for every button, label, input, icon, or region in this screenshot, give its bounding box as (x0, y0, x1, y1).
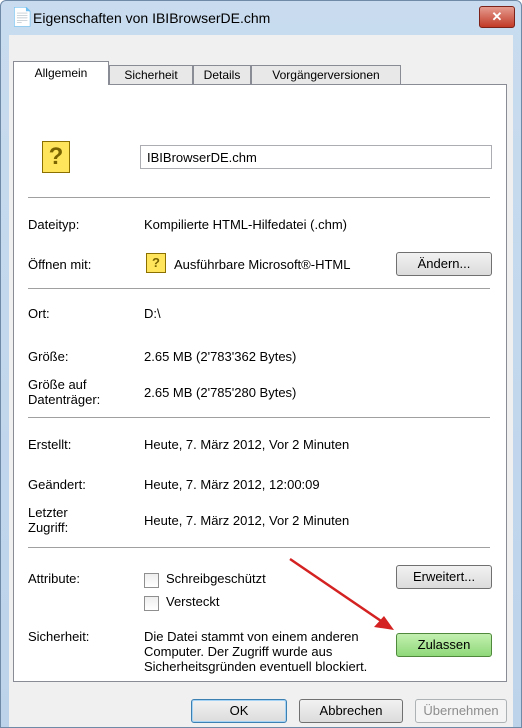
separator (28, 197, 490, 198)
created-value: Heute, 7. März 2012, Vor 2 Minuten (144, 437, 350, 452)
tab-vorgaengerversionen[interactable]: Vorgängerversionen (251, 65, 401, 84)
hidden-label: Versteckt (166, 594, 220, 609)
filename-field[interactable]: IBIBrowserDE.chm (140, 145, 492, 169)
apply-button[interactable]: Übernehmen (415, 699, 507, 723)
created-label: Erstellt: (28, 437, 72, 452)
red-arrow-annotation (289, 557, 394, 630)
open-with-label: Öffnen mit: (28, 257, 92, 272)
readonly-checkbox[interactable] (144, 573, 159, 588)
advanced-button[interactable]: Erweitert... (396, 565, 492, 589)
properties-icon: 📄 (11, 7, 34, 27)
hidden-checkbox[interactable] (144, 596, 159, 611)
separator (28, 547, 490, 548)
html-help-app-icon: ? (146, 253, 166, 273)
modified-label: Geändert: (28, 477, 86, 492)
ok-button[interactable]: OK (191, 699, 287, 723)
accessed-label: Letzter Zugriff: (28, 505, 69, 535)
change-button[interactable]: Ändern... (396, 252, 492, 276)
open-with-value: Ausführbare Microsoft®-HTML (174, 257, 351, 272)
chm-help-file-icon: ? (42, 141, 70, 173)
window-title: Eigenschaften von IBIBrowserDE.chm (33, 10, 271, 26)
unblock-button[interactable]: Zulassen (396, 633, 492, 657)
title-bar[interactable]: 📄 Eigenschaften von IBIBrowserDE.chm ✕ (1, 1, 521, 35)
size-on-disk-label: Größe auf Datenträger: (28, 377, 101, 407)
separator (28, 417, 490, 418)
modified-value: Heute, 7. März 2012, 12:00:09 (144, 477, 320, 492)
attributes-label: Attribute: (28, 571, 81, 586)
cancel-button[interactable]: Abbrechen (299, 699, 403, 723)
readonly-label: Schreibgeschützt (166, 571, 266, 586)
general-tab-panel: ? IBIBrowserDE.chm Dateityp: Kompilierte… (13, 84, 507, 682)
location-value: D:\ (144, 306, 161, 321)
size-on-disk-value: 2.65 MB (2'785'280 Bytes) (144, 385, 297, 400)
tab-details[interactable]: Details (193, 65, 251, 84)
tab-allgemein[interactable]: Allgemein (13, 61, 109, 85)
properties-window: 📄 Eigenschaften von IBIBrowserDE.chm ✕ A… (0, 0, 522, 728)
location-label: Ort: (28, 306, 50, 321)
filetype-value: Kompilierte HTML-Hilfedatei (.chm) (144, 217, 347, 232)
close-button[interactable]: ✕ (479, 6, 515, 28)
dialog-client: Allgemein Sicherheit Details Vorgängerve… (9, 35, 513, 727)
security-label: Sicherheit: (28, 629, 90, 644)
separator (28, 288, 490, 289)
filetype-label: Dateityp: (28, 217, 80, 232)
size-value: 2.65 MB (2'783'362 Bytes) (144, 349, 297, 364)
accessed-value: Heute, 7. März 2012, Vor 2 Minuten (144, 513, 350, 528)
size-label: Größe: (28, 349, 69, 364)
tab-sicherheit[interactable]: Sicherheit (109, 65, 193, 84)
